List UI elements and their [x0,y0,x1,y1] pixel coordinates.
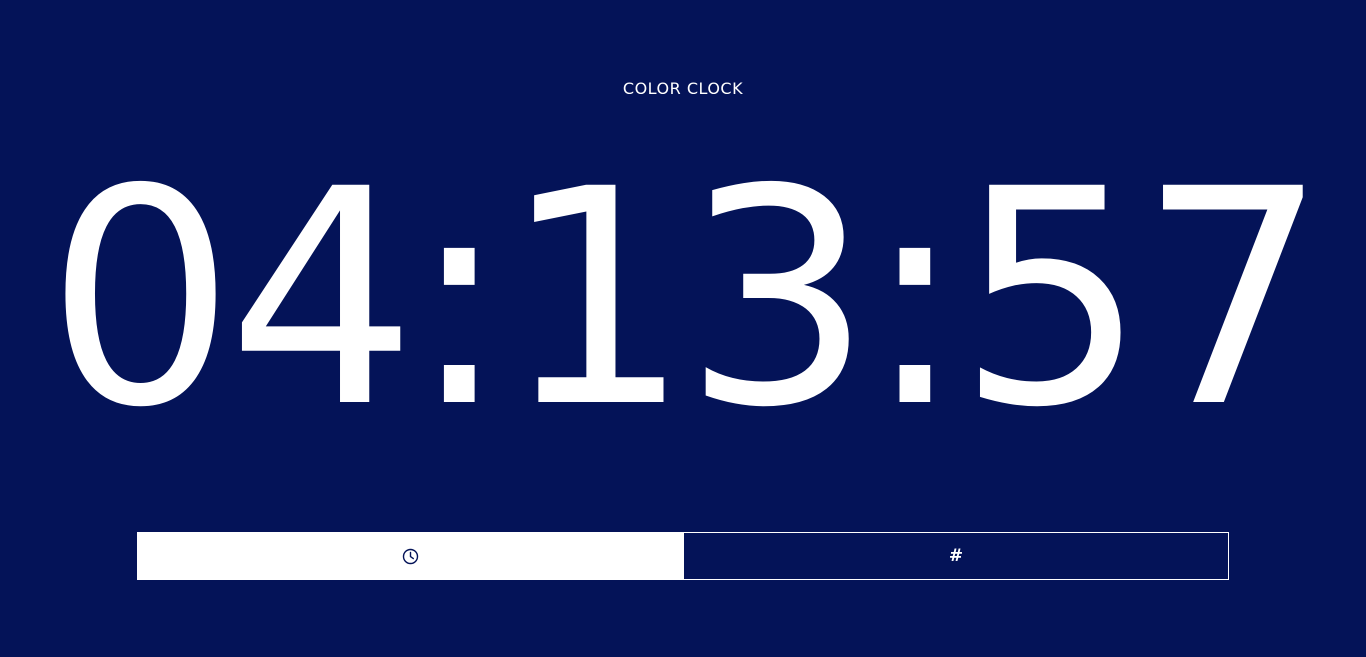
color-clock-page: COLOR CLOCK 04:13:57 # [0,0,1366,657]
time-mode-button[interactable] [137,532,683,580]
clock-display: 04:13:57 [45,126,1328,473]
clock-icon [401,547,419,565]
display-mode-toggle: # [137,532,1229,580]
hex-mode-button[interactable]: # [683,532,1229,580]
hash-icon: # [948,546,964,566]
page-title: COLOR CLOCK [622,79,744,98]
